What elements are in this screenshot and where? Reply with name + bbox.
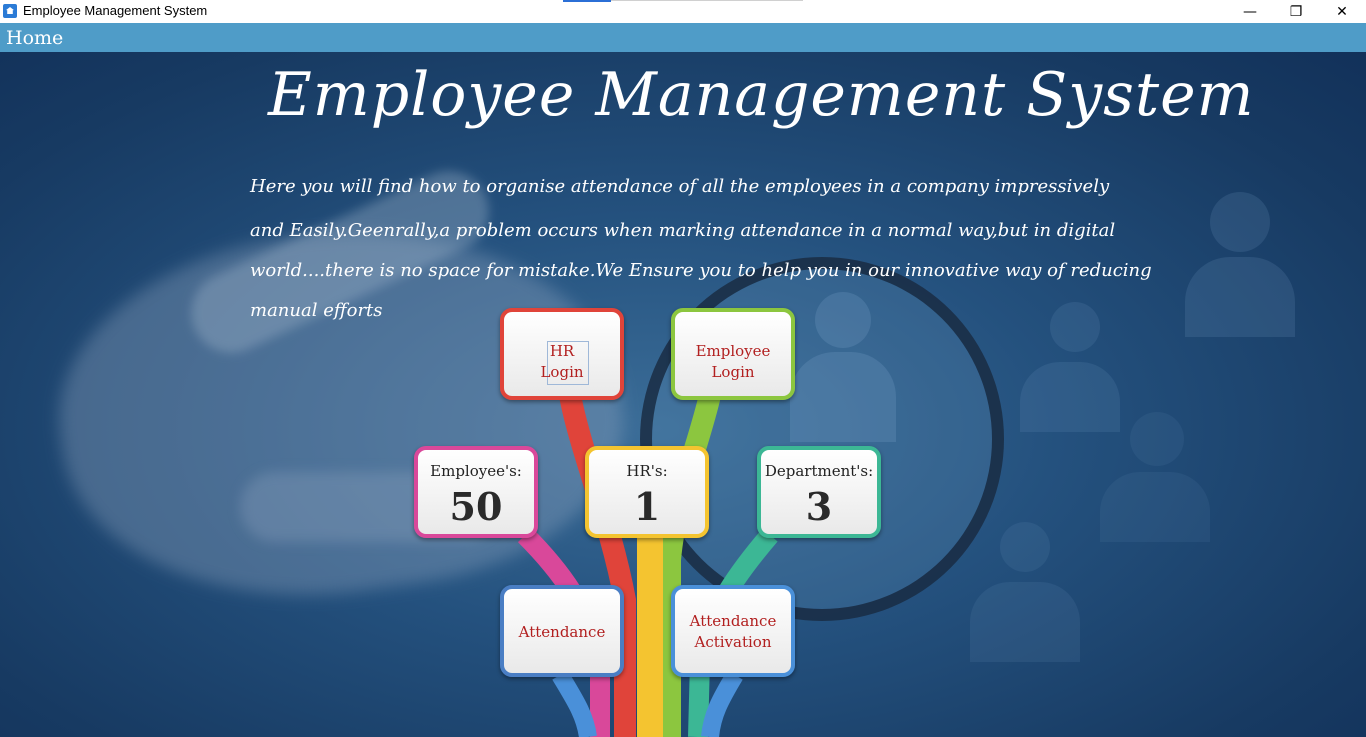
hr-login-button[interactable]: HR Login	[500, 308, 624, 400]
page-title: Employee Management System	[268, 60, 1255, 130]
employee-login-label-1: Employee	[695, 342, 771, 360]
employee-login-button[interactable]: Employee Login	[671, 308, 795, 400]
attendance-activation-label-1: Attendance	[689, 612, 777, 630]
hrs-count-value: 1	[633, 484, 661, 529]
departments-count-value: 3	[805, 484, 833, 529]
hr-login-label-1: HR	[549, 342, 575, 360]
intro-line-1: Here you will find how to organise atten…	[250, 176, 1110, 197]
hrs-count-card: HR's: 1	[585, 446, 709, 538]
close-button[interactable]: ✕	[1319, 0, 1365, 23]
intro-line-4: manual efforts	[250, 300, 383, 321]
person-icon	[1130, 412, 1184, 466]
home-app-icon	[3, 4, 17, 18]
maximize-button[interactable]: ❐	[1273, 0, 1319, 23]
employee-login-label-2: Login	[711, 363, 755, 381]
attendance-button[interactable]: Attendance	[500, 585, 624, 677]
menu-home[interactable]: Home	[6, 27, 63, 49]
person-icon	[1000, 522, 1050, 572]
employees-count-value: 50	[449, 484, 503, 529]
hr-login-label-2: Login	[540, 363, 584, 381]
person-icon	[1210, 192, 1270, 252]
departments-count-card: Department's: 3	[757, 446, 881, 538]
window-title-bar: Employee Management System — ❐ ✕	[0, 0, 1366, 23]
intro-line-2: and Easily.Geenrally,a problem occurs wh…	[250, 220, 1116, 241]
menu-bar: Home	[0, 23, 1366, 52]
person-icon	[1050, 302, 1100, 352]
employees-count-card: Employee's: 50	[414, 446, 538, 538]
title-bar-divider	[563, 0, 803, 2]
window-title: Employee Management System	[23, 3, 208, 18]
attendance-label: Attendance	[518, 623, 606, 641]
hrs-count-label: HR's:	[626, 462, 668, 480]
departments-count-label: Department's:	[764, 462, 874, 480]
intro-line-3: world....there is no space for mistake.W…	[250, 260, 1152, 281]
employees-count-label: Employee's:	[430, 462, 522, 480]
minimize-button[interactable]: —	[1227, 0, 1273, 23]
attendance-activation-label-2: Activation	[694, 633, 772, 651]
attendance-activation-button[interactable]: Attendance Activation	[671, 585, 795, 677]
